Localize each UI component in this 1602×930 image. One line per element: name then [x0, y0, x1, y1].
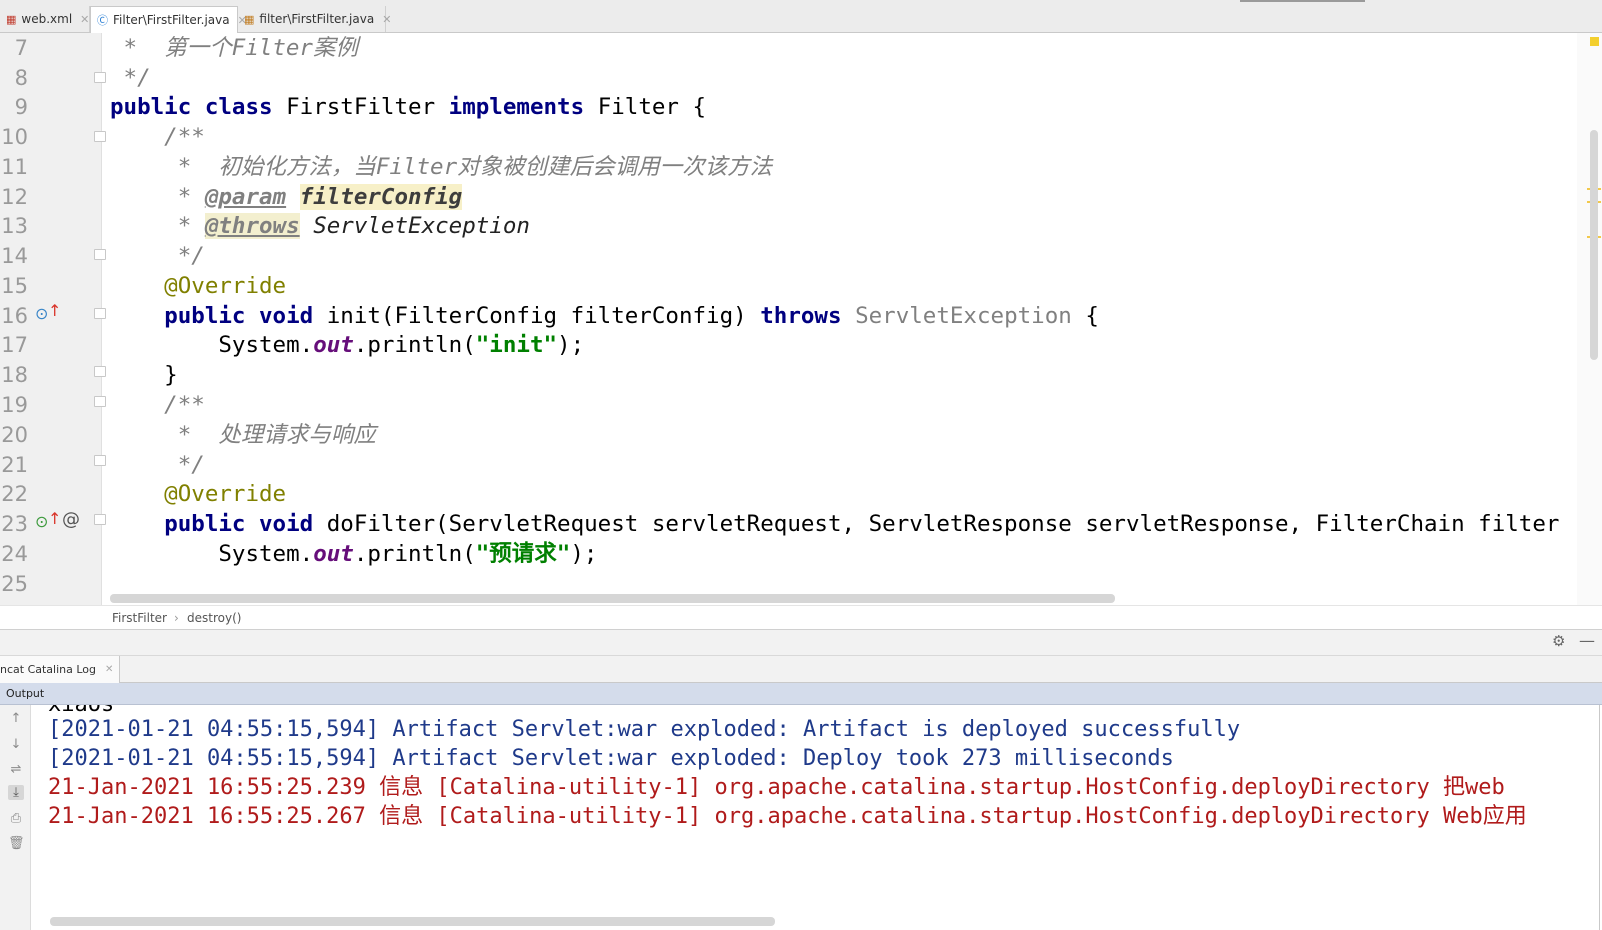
java-class-icon: Ⓒ [97, 14, 108, 27]
line-number: 13 [1, 214, 28, 238]
code-line: * 处理请求与响应 [110, 422, 376, 448]
xml-file-icon: ▦ [6, 12, 17, 26]
implements-method-icon[interactable]: ⊙ [35, 304, 48, 323]
fold-marker-icon[interactable] [94, 514, 106, 525]
line-number: 12 [1, 185, 28, 209]
code-line: @Override [110, 273, 287, 299]
close-icon[interactable]: ✕ [80, 13, 89, 26]
code-line: } [110, 362, 178, 388]
warning-indicator-icon[interactable] [1590, 37, 1599, 46]
minimize-icon[interactable]: — [1579, 631, 1595, 650]
tool-window-header: ⚙ — [0, 629, 1602, 655]
line-number: 19 [1, 393, 28, 417]
output-label: Output [6, 687, 45, 700]
output-header: Output [0, 683, 1602, 705]
breadcrumb-separator-icon: › [174, 611, 179, 625]
fold-marker-icon[interactable] [94, 308, 106, 319]
code-editor[interactable]: * 第一个Filter案例 */ public class FirstFilte… [110, 33, 1572, 585]
implements-method-icon[interactable]: ⊙ [35, 512, 48, 531]
code-line: public class FirstFilter implements Filt… [110, 94, 707, 120]
tab-catalina-log[interactable]: ncat Catalina Log ✕ [0, 656, 121, 683]
line-number: 7 [14, 36, 28, 60]
code-line: */ [110, 243, 205, 269]
fold-marker-icon[interactable] [94, 396, 106, 407]
line-number-gutter: 7 8 9 10 11 12 13 14 15 16 17 18 19 20 2… [0, 33, 106, 605]
navigate-up-arrow-icon[interactable]: ↑ [48, 509, 61, 528]
divider [1599, 705, 1600, 930]
code-line: */ [110, 65, 151, 91]
fold-marker-icon[interactable] [94, 72, 106, 83]
line-number: 22 [1, 482, 28, 506]
breadcrumb-class[interactable]: FirstFilter [112, 611, 167, 625]
java-file-icon: ▦ [244, 12, 255, 26]
code-line: * 第一个Filter案例 [110, 35, 358, 61]
at-annotation-icon[interactable]: @ [62, 509, 80, 530]
soft-wrap-icon[interactable]: ⇌ [8, 762, 24, 777]
tool-window-tabs: ncat Catalina Log ✕ [0, 655, 1602, 683]
code-line: /** [110, 124, 205, 150]
editor-tab-bar: ▦ web.xml ✕ Ⓒ Filter\FirstFilter.java ✕ … [0, 0, 1602, 33]
tab-filter-firstfilter-java[interactable]: Ⓒ Filter\FirstFilter.java ✕ [90, 6, 247, 33]
close-icon[interactable]: ✕ [105, 664, 113, 675]
line-number: 9 [14, 95, 28, 119]
scroll-up-icon[interactable]: ↑ [8, 711, 24, 726]
line-number: 14 [1, 244, 28, 268]
line-number: 11 [1, 155, 28, 179]
gear-icon[interactable]: ⚙ [1552, 632, 1565, 650]
console-toolbar: ↑ ↓ ⇌ ⤓ ⎙ 🗑 [0, 705, 31, 930]
line-number: 20 [1, 423, 28, 447]
code-line: @Override [110, 481, 287, 507]
code-line: * @throws ServletException [110, 213, 530, 239]
line-number: 8 [14, 66, 28, 90]
close-icon[interactable]: ✕ [382, 13, 391, 26]
code-line: * @param filterConfig [110, 184, 463, 210]
code-line: System.out.println("init"); [110, 332, 585, 358]
window-top-indicator [1240, 0, 1365, 2]
console-line: [2021-01-21 04:55:15,594] Artifact Servl… [48, 717, 1241, 742]
console-line: 21-Jan-2021 16:55:25.239 信息 [Catalina-ut… [48, 775, 1505, 800]
tab-label: filter\FirstFilter.java [259, 12, 375, 26]
scroll-down-icon[interactable]: ↓ [8, 737, 24, 752]
scroll-to-end-icon[interactable]: ⤓ [8, 785, 24, 800]
line-number: 18 [1, 363, 28, 387]
breadcrumb-method[interactable]: destroy() [187, 611, 241, 625]
line-number: 16 [1, 304, 28, 328]
console-output[interactable]: xiaos [2021-01-21 04:55:15,594] Artifact… [48, 705, 1582, 915]
line-number: 24 [1, 542, 28, 566]
console-line: 21-Jan-2021 16:55:25.267 信息 [Catalina-ut… [48, 804, 1527, 829]
code-line: System.out.println("预请求"); [110, 541, 598, 567]
trash-icon[interactable]: 🗑 [8, 836, 25, 851]
line-number: 23 [1, 512, 28, 536]
line-number: 25 [1, 572, 28, 596]
tab-label: Filter\FirstFilter.java [113, 13, 230, 27]
fold-marker-icon[interactable] [94, 249, 106, 260]
code-line: public void doFilter(ServletRequest serv… [164, 511, 1560, 537]
fold-marker-icon[interactable] [94, 455, 106, 466]
editor-vertical-scrollbar[interactable] [1590, 130, 1598, 360]
tab-filter-lower-firstfilter-java[interactable]: ▦ filter\FirstFilter.java ✕ [238, 6, 391, 32]
code-line: public void init(FilterConfig filterConf… [164, 303, 1099, 329]
code-line: * 初始化方法，当Filter对象被创建后会调用一次该方法 [110, 154, 773, 180]
console-horizontal-scrollbar[interactable] [50, 917, 775, 926]
code-line: /** [110, 392, 205, 418]
navigate-up-arrow-icon[interactable]: ↑ [48, 301, 61, 320]
code-line: */ [110, 452, 205, 478]
tab-label: web.xml [21, 12, 73, 26]
fold-marker-icon[interactable] [94, 366, 106, 377]
print-icon[interactable]: ⎙ [8, 811, 24, 826]
line-number: 15 [1, 274, 28, 298]
editor-horizontal-scrollbar[interactable] [110, 594, 1115, 603]
tab-web-xml[interactable]: ▦ web.xml ✕ [0, 6, 90, 32]
line-number: 17 [1, 333, 28, 357]
console-line: [2021-01-21 04:55:15,594] Artifact Servl… [48, 746, 1174, 771]
fold-marker-icon[interactable] [94, 131, 106, 142]
line-number: 21 [1, 453, 28, 477]
line-number: 10 [1, 125, 28, 149]
breadcrumb: FirstFilter › destroy() [0, 605, 1602, 629]
tab-label: ncat Catalina Log [0, 663, 97, 676]
